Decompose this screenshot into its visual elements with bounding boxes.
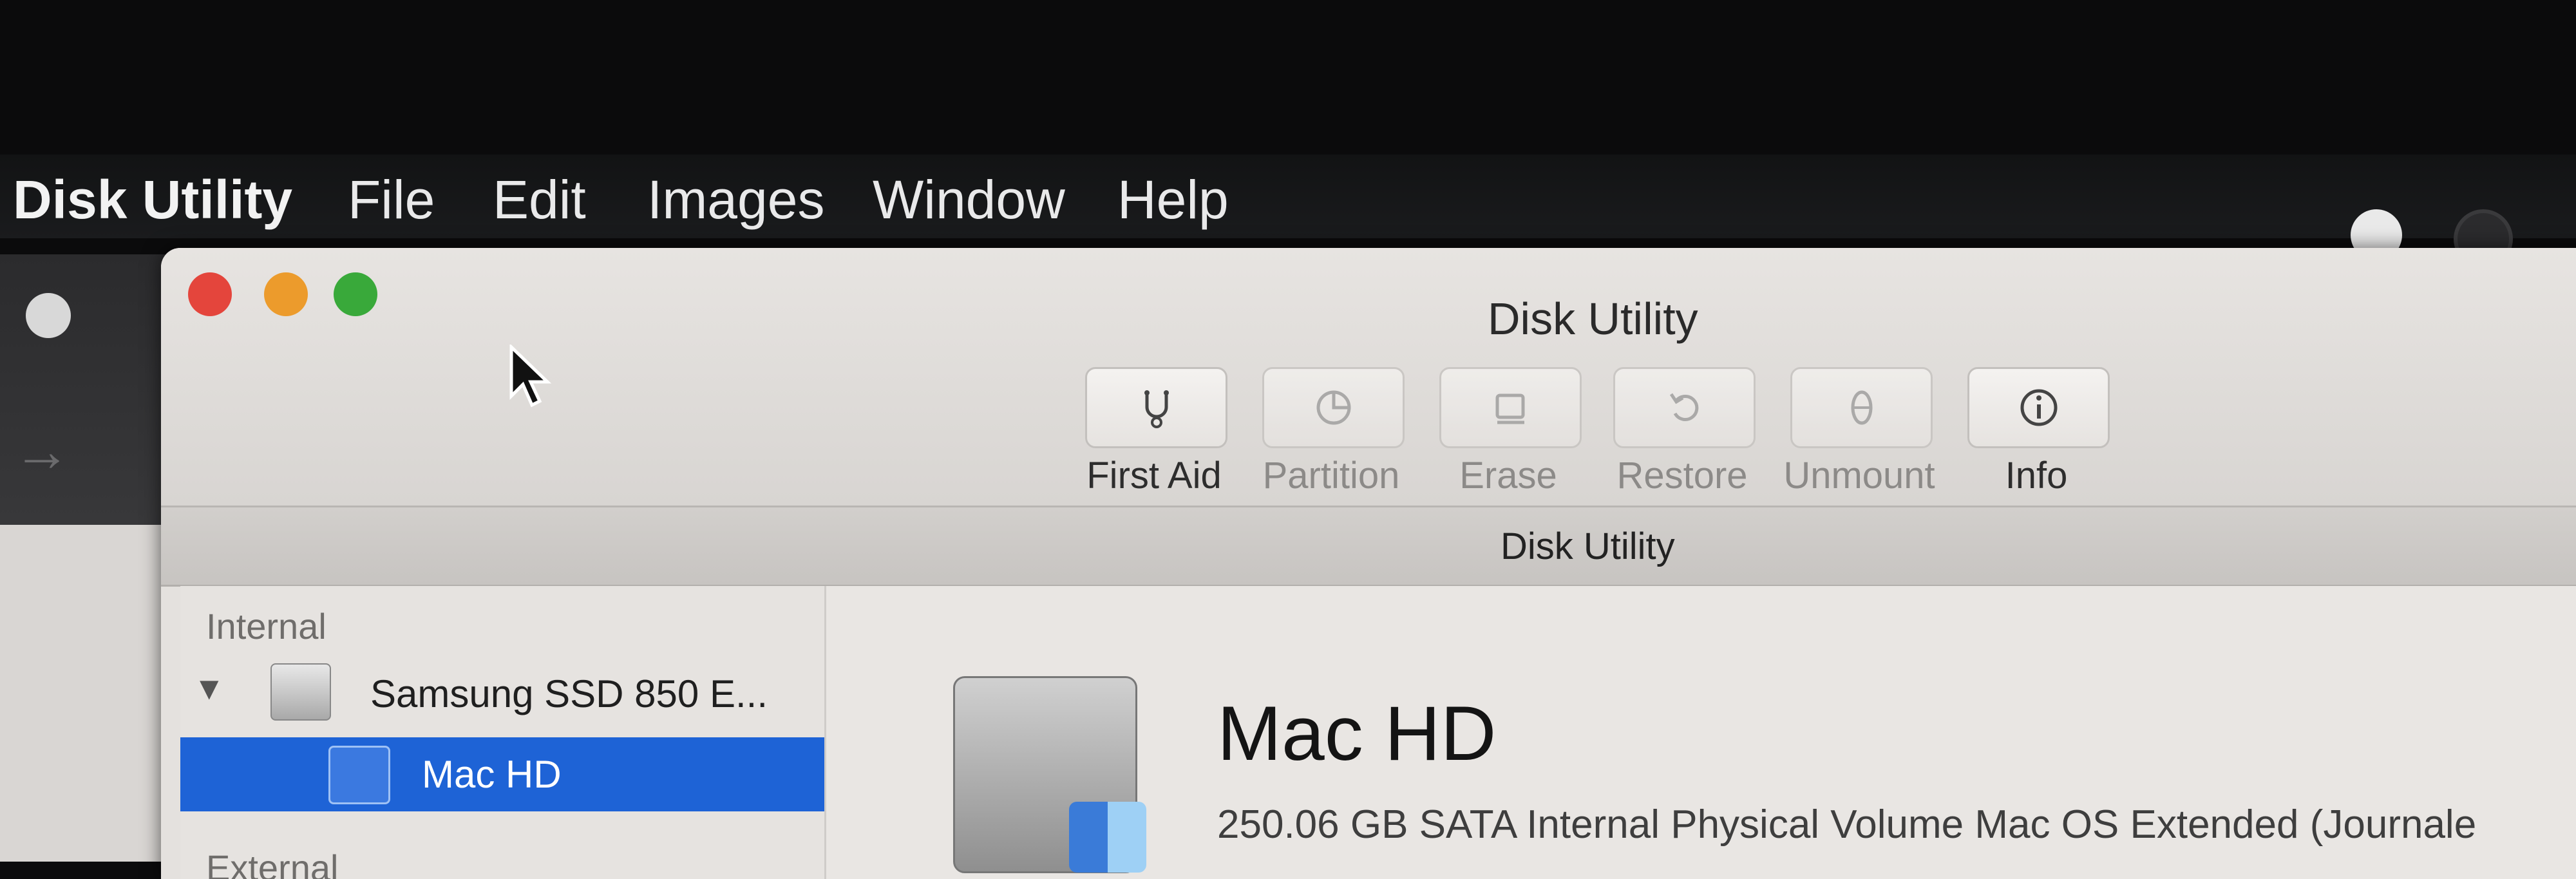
menu-help[interactable]: Help [1117, 169, 1229, 231]
forward-arrow-icon: → [13, 419, 71, 484]
menu-file[interactable]: File [348, 169, 435, 231]
eraser-icon [1495, 393, 1524, 424]
section-title: Disk Utility [1501, 525, 1675, 567]
restore-label: Restore [1616, 455, 1748, 496]
restore-button[interactable] [1613, 367, 1756, 448]
partition-label: Partition [1262, 455, 1400, 496]
background-window-button[interactable] [26, 293, 71, 338]
eject-icon [1851, 390, 1872, 425]
section-header [161, 507, 2576, 587]
window-title: Disk Utility [1488, 294, 1698, 344]
menu-images[interactable]: Images [647, 169, 824, 231]
volume-title: Mac HD [1217, 690, 1497, 777]
erase-label: Erase [1459, 455, 1557, 496]
hard-disk-icon [270, 663, 331, 721]
restore-icon [1669, 393, 1698, 421]
erase-button[interactable] [1439, 367, 1582, 448]
first-aid-button[interactable] [1085, 367, 1227, 448]
finder-icon [1069, 802, 1146, 873]
menu-edit[interactable]: Edit [493, 169, 586, 231]
unmount-label: Unmount [1783, 455, 1935, 496]
info-icon [2020, 389, 2057, 426]
disclosure-triangle-icon[interactable]: ▼ [193, 670, 225, 707]
info-label: Info [2005, 455, 2068, 496]
info-button[interactable] [1967, 367, 2110, 448]
stethoscope-icon [1144, 390, 1169, 428]
sidebar-item-samsung-ssd[interactable]: Samsung SSD 850 E... [370, 672, 768, 716]
mouse-pointer-icon [509, 345, 552, 408]
zoom-button[interactable] [334, 272, 377, 316]
menu-app-name[interactable]: Disk Utility [13, 169, 292, 231]
sidebar-item-mac-hd-label: Mac HD [422, 753, 562, 796]
sidebar-heading-external: External [206, 847, 339, 879]
partition-button[interactable] [1262, 367, 1405, 448]
disk-utility-window: Disk Utility First Aid Partition Erase R… [161, 248, 2576, 879]
menu-window[interactable]: Window [873, 169, 1065, 231]
unmount-button[interactable] [1790, 367, 1933, 448]
pie-chart-icon [1316, 390, 1350, 425]
volume-icon [328, 746, 390, 804]
sidebar-heading-internal: Internal [206, 606, 327, 647]
first-aid-label: First Aid [1086, 455, 1222, 496]
volume-description: 250.06 GB SATA Internal Physical Volume … [1217, 802, 2477, 847]
minimize-button[interactable] [264, 272, 308, 316]
background-window-content [0, 525, 180, 862]
close-button[interactable] [188, 272, 232, 316]
